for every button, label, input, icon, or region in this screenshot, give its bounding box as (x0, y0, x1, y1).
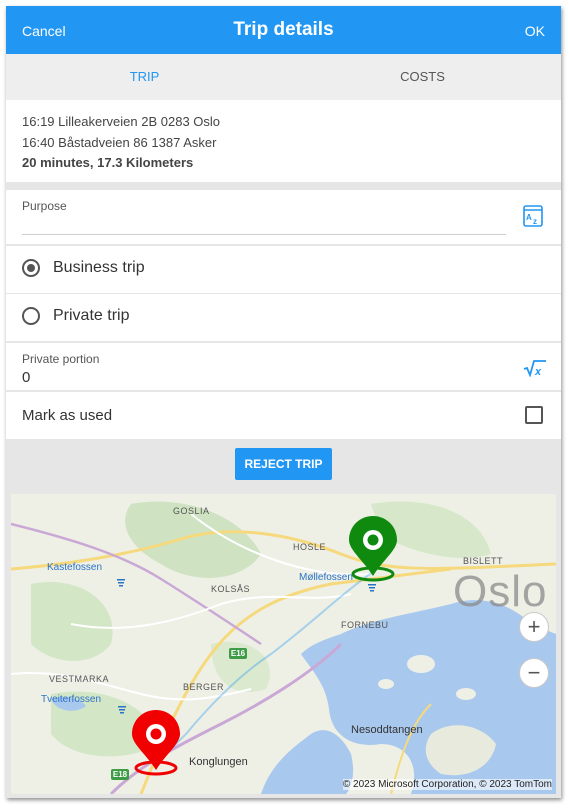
header-bar: Cancel Trip details OK (6, 6, 561, 54)
svg-text:A: A (526, 213, 532, 222)
trip-details-dialog: Cancel Trip details OK TRIP COSTS 16:19 … (6, 6, 561, 798)
mark-as-used-row[interactable]: Mark as used (6, 392, 561, 439)
road-shield-e18: E18 (111, 769, 129, 780)
end-location-pin[interactable] (132, 710, 180, 776)
map-label-kolsas: KOLSÅS (211, 584, 251, 594)
road-shield-e16: E16 (229, 648, 247, 659)
purpose-input[interactable] (22, 234, 506, 235)
map-label-mollefossen: Møllefossen (299, 572, 353, 583)
trip-end: 16:40 Båstadveien 86 1387 Asker (22, 135, 217, 150)
purpose-label: Purpose (22, 199, 67, 213)
map-label-hosle: HOSLE (293, 542, 327, 552)
map-label-oslo: Oslo (453, 567, 548, 616)
business-trip-label: Business trip (53, 259, 145, 276)
private-portion-label: Private portion (22, 352, 100, 366)
map-label-bislett: BISLETT (463, 556, 504, 566)
reject-trip-button[interactable]: REJECT TRIP (235, 448, 332, 480)
private-trip-radio[interactable] (22, 307, 40, 325)
map-label-tveiterfossen: Tveiterfossen (41, 694, 102, 705)
map-label-kastefossen: Kastefossen (47, 562, 103, 573)
private-trip-label: Private trip (53, 307, 130, 324)
business-trip-option[interactable]: Business trip (6, 246, 561, 293)
page-title: Trip details (233, 19, 334, 40)
tab-costs[interactable]: COSTS (284, 54, 561, 100)
route-map[interactable]: GOSLIA Kastefossen KOLSÅS HOSLE Møllefos… (11, 494, 556, 794)
map-label-vestmarka: VESTMARKA (49, 674, 110, 684)
tab-bar: TRIP COSTS (6, 54, 561, 148)
trip-duration-distance: 20 minutes, 17.3 Kilometers (22, 155, 194, 170)
map-label-goslia: GOSLIA (173, 506, 210, 516)
purpose-field[interactable]: Purpose A z (6, 190, 561, 244)
trip-start: 16:19 Lilleakerveien 2B 0283 Oslo (22, 114, 221, 129)
private-portion-field[interactable]: Private portion 0 x (6, 343, 561, 390)
mark-as-used-checkbox[interactable] (525, 406, 543, 424)
zoom-out-button[interactable]: − (519, 658, 549, 688)
az-sort-icon[interactable]: A z (523, 205, 543, 227)
map-label-nesoddtangen: Nesoddtangen (351, 724, 423, 736)
ok-button[interactable]: OK (525, 23, 545, 39)
private-portion-value[interactable]: 0 (22, 369, 30, 386)
tab-trip[interactable]: TRIP (6, 54, 283, 100)
zoom-in-button[interactable]: + (519, 612, 549, 642)
map-label-fornebu: FORNEBU (341, 620, 389, 630)
sqrt-x-icon[interactable]: x (523, 359, 547, 377)
trip-summary: 16:19 Lilleakerveien 2B 0283 Oslo 16:40 … (6, 100, 561, 182)
map-copyright: © 2023 Microsoft Corporation, © 2023 Tom… (342, 779, 552, 790)
svg-text:z: z (533, 217, 537, 226)
business-trip-radio[interactable] (22, 259, 40, 277)
private-trip-option[interactable]: Private trip (6, 294, 561, 341)
map-label-berger: BERGER (183, 682, 225, 692)
start-location-pin[interactable] (349, 516, 397, 582)
mark-as-used-label: Mark as used (22, 407, 113, 424)
svg-text:x: x (534, 366, 542, 377)
map-background (11, 494, 556, 794)
map-label-konglungen: Konglungen (189, 756, 248, 768)
